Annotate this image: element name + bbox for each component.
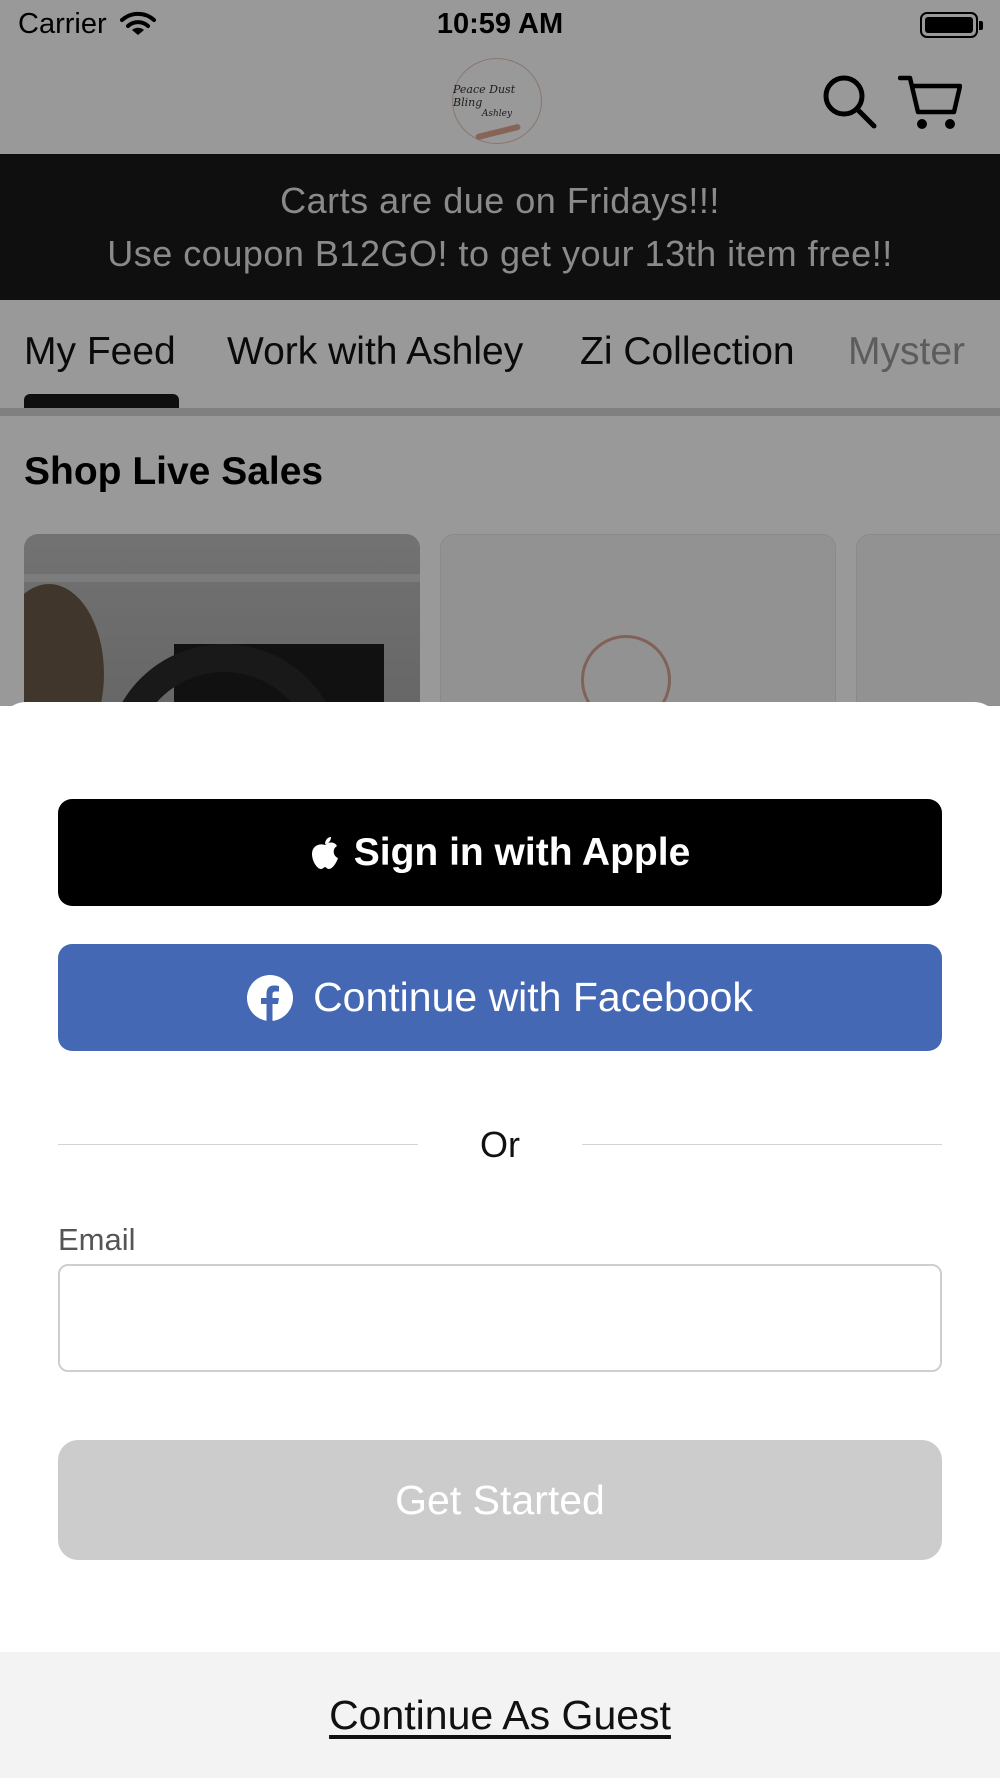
divider-line-right [582,1144,942,1145]
get-started-button[interactable]: Get Started [58,1440,942,1560]
apple-icon [311,836,338,869]
sign-in-with-apple-button[interactable]: Sign in with Apple [58,799,942,906]
facebook-icon [247,974,294,1021]
email-input[interactable] [58,1264,942,1372]
modal-backdrop[interactable] [0,0,1000,706]
apple-button-label: Sign in with Apple [353,830,691,874]
continue-as-guest-link[interactable]: Continue As Guest [329,1692,671,1739]
login-sheet: Sign in with Apple Continue with Faceboo… [0,702,1000,1778]
email-label: Email [58,1222,136,1257]
get-started-label: Get Started [395,1476,605,1523]
or-text: Or [480,1124,520,1165]
continue-with-facebook-button[interactable]: Continue with Facebook [58,944,942,1051]
facebook-button-label: Continue with Facebook [313,974,753,1020]
guest-bar: Continue As Guest [0,1652,1000,1778]
or-divider: Or [58,1120,942,1170]
